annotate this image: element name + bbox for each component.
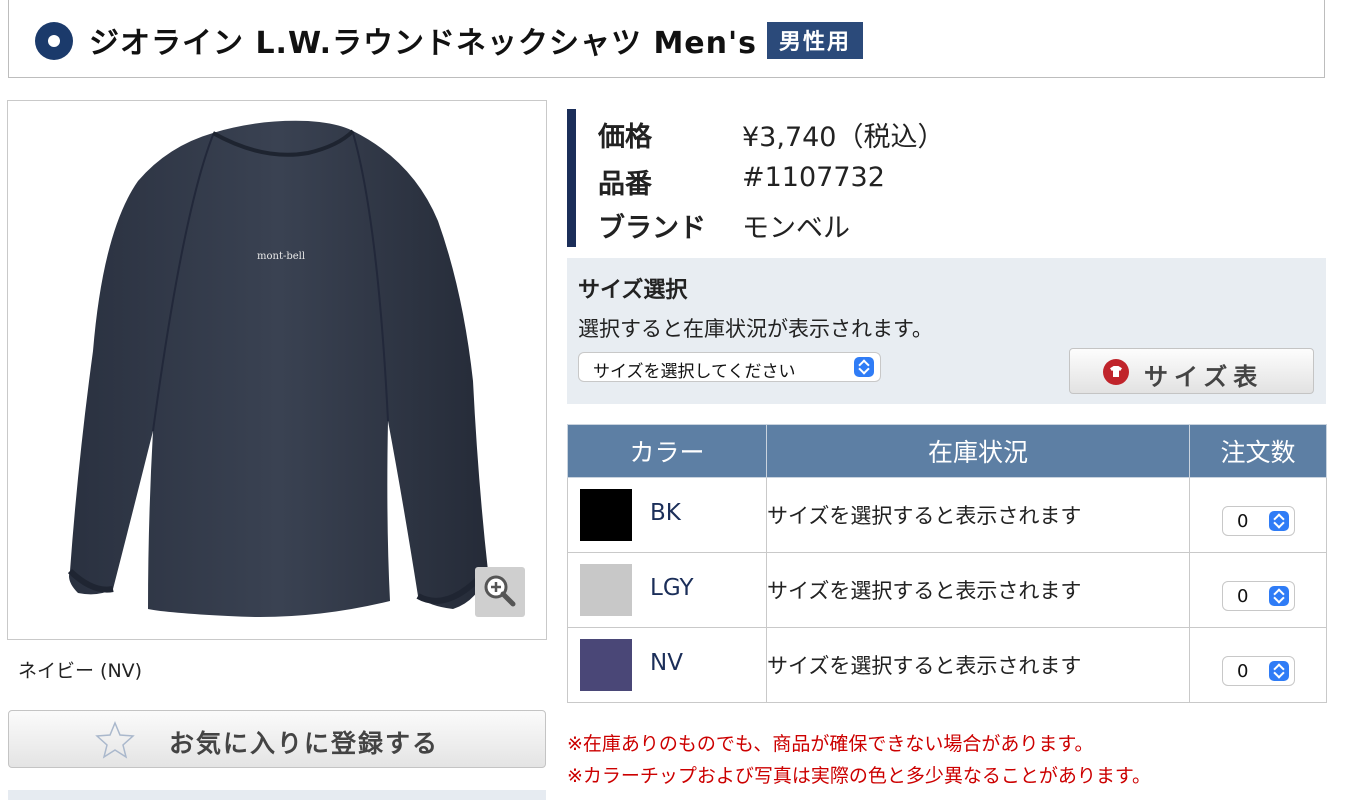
header-color: カラー xyxy=(567,424,767,478)
notes: ※在庫ありのものでも、商品が確保できない場合があります。 ※カラーチップおよび写… xyxy=(567,728,1151,792)
product-title: ジオライン L.W.ラウンドネックシャツ Men's 男性用 xyxy=(89,18,864,62)
quantity-value: 0 xyxy=(1237,586,1249,607)
quantity-dropdown[interactable]: 0 xyxy=(1222,656,1295,686)
size-chart-label: サイズ表 xyxy=(1144,363,1264,391)
size-selection-description: 選択すると在庫状況が表示されます。 xyxy=(578,317,933,341)
stock-status: サイズを選択すると表示されます xyxy=(766,627,1190,703)
size-chart-button[interactable]: サイズ表 xyxy=(1069,348,1314,394)
table-row: NV サイズを選択すると表示されます 0 xyxy=(567,627,1327,703)
add-favorite-label: お気に入りに登録する xyxy=(169,729,440,758)
color-swatch[interactable] xyxy=(580,489,632,541)
color-cell: NV xyxy=(567,627,767,703)
stock-status: サイズを選択すると表示されます xyxy=(766,552,1190,628)
product-info: 価格 ¥3,740（税込） 品番 #1107732 ブランド モンベル xyxy=(567,109,996,247)
note-color: ※カラーチップおよび写真は実際の色と多少異なることがあります。 xyxy=(567,765,1152,787)
star-icon xyxy=(95,721,135,759)
color-name: NV xyxy=(650,650,683,676)
gender-badge: 男性用 xyxy=(767,22,864,59)
quantity-cell: 0 xyxy=(1189,477,1327,553)
color-stock-table: カラー 在庫状況 注文数 BK サイズを選択すると表示されます 0 LGY サイ… xyxy=(567,424,1327,703)
price-label: 価格 xyxy=(598,122,652,153)
bullet-icon xyxy=(35,22,73,60)
product-code-label: 品番 xyxy=(598,169,652,200)
quantity-dropdown[interactable]: 0 xyxy=(1222,506,1295,536)
zoom-button[interactable] xyxy=(475,567,525,617)
brand-value: モンベル xyxy=(742,213,850,244)
price-value: ¥3,740（税込） xyxy=(742,122,945,153)
quantity-cell: 0 xyxy=(1189,552,1327,628)
sidebar-panel xyxy=(8,790,546,800)
shirt-icon xyxy=(1103,359,1129,385)
product-code-value: #1107732 xyxy=(742,162,885,193)
size-selection-title: サイズ選択 xyxy=(578,278,688,303)
header-stock: 在庫状況 xyxy=(766,424,1190,478)
size-selection-panel: サイズ選択 選択すると在庫状況が表示されます。 サイズを選択してください サイズ… xyxy=(567,258,1326,404)
brand-logo: mont-bell xyxy=(257,251,305,262)
header-quantity: 注文数 xyxy=(1189,424,1327,478)
table-header-row: カラー 在庫状況 注文数 xyxy=(567,424,1327,478)
product-image[interactable]: mont-bell xyxy=(7,100,547,640)
size-dropdown[interactable]: サイズを選択してください xyxy=(578,352,881,382)
quantity-value: 0 xyxy=(1237,661,1249,682)
color-swatch[interactable] xyxy=(580,564,632,616)
note-stock: ※在庫ありのものでも、商品が確保できない場合があります。 xyxy=(567,733,1094,755)
magnifier-icon xyxy=(484,575,516,607)
color-cell: LGY xyxy=(567,552,767,628)
quantity-value: 0 xyxy=(1237,511,1249,532)
chevron-updown-icon xyxy=(1269,586,1289,606)
shirt-image: mont-bell xyxy=(67,120,489,617)
chevron-updown-icon xyxy=(1269,511,1289,531)
quantity-cell: 0 xyxy=(1189,627,1327,703)
quantity-dropdown[interactable]: 0 xyxy=(1222,581,1295,611)
size-dropdown-value: サイズを選択してください xyxy=(593,362,796,382)
stock-status: サイズを選択すると表示されます xyxy=(766,477,1190,553)
chevron-updown-icon xyxy=(1269,661,1289,681)
image-caption: ネイビー (NV) xyxy=(18,660,143,682)
table-row: LGY サイズを選択すると表示されます 0 xyxy=(567,552,1327,628)
color-name: BK xyxy=(650,500,681,526)
add-favorite-button[interactable]: お気に入りに登録する xyxy=(8,710,546,768)
table-row: BK サイズを選択すると表示されます 0 xyxy=(567,477,1327,553)
brand-label: ブランド xyxy=(598,213,706,244)
color-swatch[interactable] xyxy=(580,639,632,691)
product-title-bar: ジオライン L.W.ラウンドネックシャツ Men's 男性用 xyxy=(8,0,1325,78)
color-name: LGY xyxy=(650,575,694,601)
color-cell: BK xyxy=(567,477,767,553)
chevron-updown-icon xyxy=(854,357,874,377)
